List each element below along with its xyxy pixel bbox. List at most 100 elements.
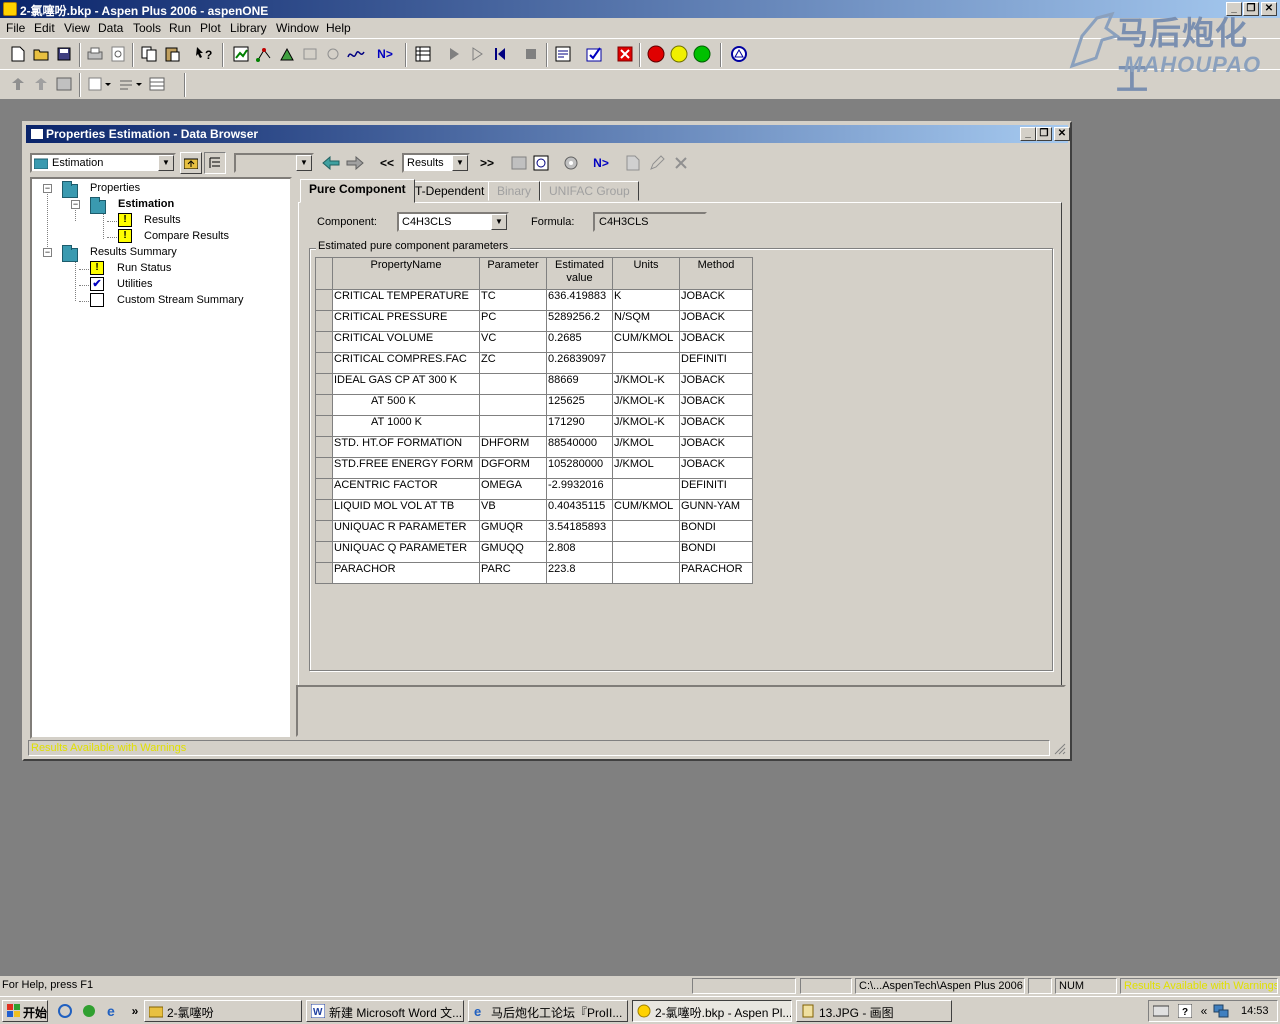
- copy-icon[interactable]: [138, 43, 160, 65]
- row-header[interactable]: [315, 436, 333, 458]
- folder-select[interactable]: Estimation ▼: [30, 153, 176, 173]
- cell-units[interactable]: J/KMOL: [612, 436, 680, 458]
- section-1-icon[interactable]: [7, 73, 29, 95]
- menu-data[interactable]: Data: [98, 21, 123, 35]
- cell-estimated-value[interactable]: 5289256.2: [546, 310, 613, 332]
- new-file-icon[interactable]: [7, 43, 29, 65]
- cell-method[interactable]: JOBACK: [679, 457, 753, 479]
- chevron-down-icon[interactable]: ▼: [296, 155, 312, 171]
- cell-units[interactable]: K: [612, 289, 680, 311]
- next-n-icon[interactable]: N>: [374, 43, 396, 65]
- cell-property-name[interactable]: IDEAL GAS CP AT 300 K: [332, 373, 480, 395]
- cell-parameter[interactable]: GMUQQ: [479, 541, 547, 563]
- cell-estimated-value[interactable]: 636.419883: [546, 289, 613, 311]
- cell-parameter[interactable]: VC: [479, 331, 547, 353]
- cell-property-name[interactable]: CRITICAL VOLUME: [332, 331, 480, 353]
- cell-estimated-value[interactable]: 88540000: [546, 436, 613, 458]
- step-icon[interactable]: [466, 43, 488, 65]
- cell-property-name[interactable]: AT 500 K: [332, 394, 480, 416]
- cell-property-name[interactable]: AT 1000 K: [332, 415, 480, 437]
- next-input-icon[interactable]: N>: [590, 152, 612, 174]
- table-row[interactable]: CRITICAL COMPRES.FAC ZC 0.26839097 DEFINITI: [315, 352, 753, 374]
- browser-close-button[interactable]: ✕: [1054, 127, 1070, 141]
- row-header[interactable]: [315, 394, 333, 416]
- cell-estimated-value[interactable]: 223.8: [546, 562, 613, 584]
- cell-method[interactable]: JOBACK: [679, 415, 753, 437]
- tree-toggle-icon[interactable]: [204, 152, 226, 174]
- table-row[interactable]: STD. HT.OF FORMATION DHFORM 88540000 J/KMOL…: [315, 436, 753, 458]
- green-status-icon[interactable]: [691, 43, 713, 65]
- row-header[interactable]: [315, 541, 333, 563]
- cell-method[interactable]: JOBACK: [679, 331, 753, 353]
- row-header[interactable]: [315, 457, 333, 479]
- results-icon[interactable]: [552, 43, 574, 65]
- row-header[interactable]: [315, 310, 333, 332]
- cell-property-name[interactable]: PARACHOR: [332, 562, 480, 584]
- table-row[interactable]: CRITICAL TEMPERATURE TC 636.419883 K JOBACK: [315, 289, 753, 311]
- cell-estimated-value[interactable]: 171290: [546, 415, 613, 437]
- stream-icon[interactable]: [253, 43, 275, 65]
- previous-form-button[interactable]: <<: [376, 152, 398, 174]
- cell-method[interactable]: JOBACK: [679, 436, 753, 458]
- tree-item-compare-results[interactable]: Compare Results: [144, 230, 229, 242]
- menu-edit[interactable]: Edit: [34, 21, 55, 35]
- cell-property-name[interactable]: STD.FREE ENERGY FORM: [332, 457, 480, 479]
- table-row[interactable]: IDEAL GAS CP AT 300 K 88669 J/KMOL-K JOBACK: [315, 373, 753, 395]
- new-icon[interactable]: [622, 152, 644, 174]
- cell-estimated-value[interactable]: 2.808: [546, 541, 613, 563]
- whats-this-help-icon[interactable]: ?: [193, 43, 215, 65]
- quicklaunch-more-button[interactable]: »: [124, 1000, 146, 1022]
- table-row[interactable]: CRITICAL PRESSURE PC 5289256.2 N/SQM JOBACK: [315, 310, 753, 332]
- cell-estimated-value[interactable]: 105280000: [546, 457, 613, 479]
- menu-library[interactable]: Library: [230, 21, 267, 35]
- row-header[interactable]: [315, 373, 333, 395]
- reinitialize-icon[interactable]: [489, 43, 511, 65]
- paste-icon[interactable]: [161, 43, 183, 65]
- open-folder-icon[interactable]: [30, 43, 52, 65]
- menu-plot[interactable]: Plot: [200, 21, 221, 35]
- next-form-button[interactable]: >>: [476, 152, 498, 174]
- cell-property-name[interactable]: CRITICAL PRESSURE: [332, 310, 480, 332]
- tree-item-custom-stream-summary[interactable]: Custom Stream Summary: [117, 294, 244, 306]
- cell-units[interactable]: [612, 520, 680, 542]
- cell-parameter[interactable]: [479, 394, 547, 416]
- cell-property-name[interactable]: ACENTRIC FACTOR: [332, 478, 480, 500]
- cell-parameter[interactable]: ZC: [479, 352, 547, 374]
- table-row[interactable]: UNIQUAC Q PARAMETER GMUQQ 2.808 BONDI: [315, 541, 753, 563]
- cell-units[interactable]: [612, 478, 680, 500]
- cell-method[interactable]: JOBACK: [679, 373, 753, 395]
- plot-icon[interactable]: [345, 43, 367, 65]
- tree-item-results[interactable]: Results: [144, 214, 181, 226]
- collapse-results-summary-toggle[interactable]: −: [43, 248, 52, 257]
- row-header[interactable]: [315, 352, 333, 374]
- cell-units[interactable]: [612, 352, 680, 374]
- cell-estimated-value[interactable]: 88669: [546, 373, 613, 395]
- tool-disabled-2-icon[interactable]: [322, 43, 344, 65]
- cell-parameter[interactable]: PARC: [479, 562, 547, 584]
- quicklaunch-browser-icon[interactable]: e: [102, 1000, 124, 1022]
- aspen-app-icon[interactable]: [3, 2, 17, 16]
- cell-parameter[interactable]: GMUQR: [479, 520, 547, 542]
- table-row[interactable]: AT 500 K 125625 J/KMOL-K JOBACK: [315, 394, 753, 416]
- cell-method[interactable]: BONDI: [679, 541, 753, 563]
- table-row[interactable]: LIQUID MOL VOL AT TB VB 0.40435115 CUM/KMOL…: [315, 499, 753, 521]
- task-word[interactable]: W 新建 Microsoft Word 文...: [306, 1000, 464, 1022]
- align-dropdown-icon[interactable]: [117, 73, 145, 95]
- collapse-properties-toggle[interactable]: −: [43, 184, 52, 193]
- model-analysis-icon[interactable]: [728, 43, 750, 65]
- row-header[interactable]: [315, 520, 333, 542]
- menu-run[interactable]: Run: [169, 21, 191, 35]
- table-row[interactable]: STD.FREE ENERGY FORM DGFORM 105280000 J/KMO…: [315, 457, 753, 479]
- task-aspen[interactable]: 2-氯噻吩.bkp - Aspen Pl...: [632, 1000, 792, 1022]
- keyboard-icon[interactable]: [1151, 1001, 1171, 1021]
- cell-property-name[interactable]: LIQUID MOL VOL AT TB: [332, 499, 480, 521]
- cell-method[interactable]: DEFINITI: [679, 352, 753, 374]
- cell-estimated-value[interactable]: -2.9932016: [546, 478, 613, 500]
- save-icon[interactable]: [53, 43, 75, 65]
- row-header[interactable]: [315, 499, 333, 521]
- quicklaunch-refresh-icon[interactable]: [78, 1000, 100, 1022]
- check-results-icon[interactable]: [583, 43, 605, 65]
- cell-parameter[interactable]: DGFORM: [479, 457, 547, 479]
- cell-estimated-value[interactable]: 3.54185893: [546, 520, 613, 542]
- cell-method[interactable]: DEFINITI: [679, 478, 753, 500]
